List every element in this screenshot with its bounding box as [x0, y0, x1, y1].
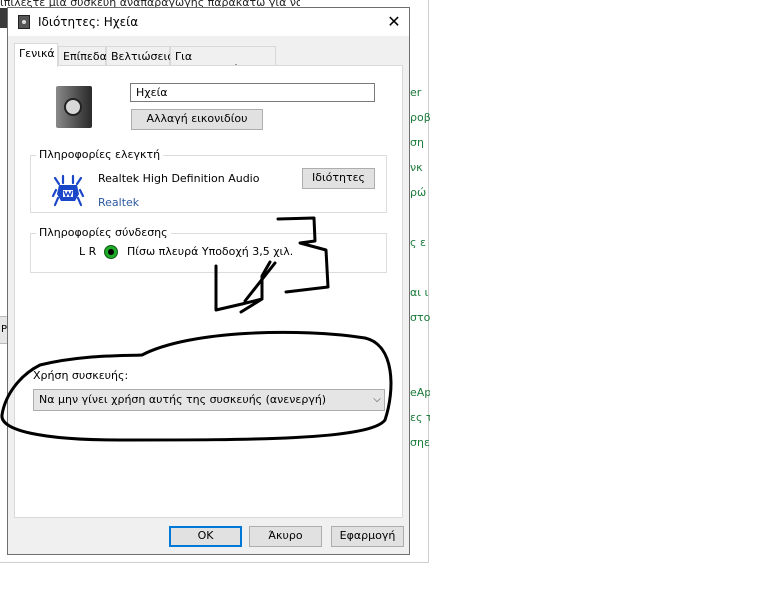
background-link-fragment[interactable]: σηε: [410, 436, 430, 449]
green-jack-icon: [104, 245, 118, 259]
tab-levels[interactable]: Επίπεδα: [58, 46, 107, 66]
background-link-fragment[interactable]: ση: [410, 136, 430, 149]
device-usage-select[interactable]: Να μην γίνει χρήση αυτής της συσκευής (α…: [33, 389, 385, 411]
change-icon-button[interactable]: Αλλαγή εικονιδίου: [131, 109, 263, 130]
cancel-button[interactable]: Άκυρο: [249, 526, 322, 547]
background-link-fragment[interactable]: στο: [410, 311, 430, 324]
controller-name: Realtek High Definition Audio: [98, 172, 260, 185]
general-panel: [14, 65, 403, 518]
jack-description: Πίσω πλευρά Υποδοχή 3,5 χιλ.: [127, 245, 294, 258]
apply-button[interactable]: Εφαρμογή: [331, 526, 404, 547]
background-link-fragment[interactable]: er: [410, 86, 430, 99]
background-link-fragment[interactable]: ροβ: [410, 111, 430, 124]
controller-vendor: Realtek: [98, 196, 140, 209]
dialog-title: Ιδιότητες: Ηχεία: [38, 15, 139, 29]
controller-properties-button[interactable]: Ιδιότητες: [302, 168, 375, 189]
ok-button[interactable]: OK: [169, 526, 242, 547]
tab-advanced[interactable]: Για προχωρημένους: [170, 46, 276, 76]
tab-enhancements[interactable]: Βελτιώσεις: [106, 46, 174, 66]
properties-dialog: Ιδιότητες: Ηχεία ✕ Γενικά Επίπεδα Βελτιώ…: [7, 7, 410, 555]
channels-label: L R: [79, 245, 97, 258]
background-link-fragment[interactable]: ρώ: [410, 186, 430, 199]
close-icon[interactable]: ✕: [382, 10, 406, 34]
speaker-icon: [56, 86, 92, 128]
background-link-fragment[interactable]: ς ε: [410, 236, 430, 249]
realtek-crab-icon: [51, 174, 85, 207]
background-link-fragment[interactable]: νκ: [410, 161, 430, 174]
background-link-fragment[interactable]: αι ι: [410, 286, 430, 299]
tab-general[interactable]: Γενικά: [14, 43, 58, 67]
connection-info-label: Πληροφορίες σύνδεσης: [36, 226, 171, 239]
device-usage-value: Να μην γίνει χρήση αυτής της συσκευής (α…: [39, 393, 327, 406]
chevron-down-icon: ⌵: [373, 394, 381, 405]
title-bar[interactable]: Ιδιότητες: Ηχεία ✕: [8, 8, 409, 36]
speaker-small-icon: [18, 15, 30, 29]
background-link-fragment[interactable]: ες τ: [410, 411, 430, 424]
background-link-fragment[interactable]: eAp: [410, 386, 430, 399]
controller-info-label: Πληροφορίες ελεγκτή: [36, 148, 164, 161]
device-name-input[interactable]: [130, 83, 375, 102]
device-usage-label: Χρήση συσκευής:: [33, 369, 129, 382]
